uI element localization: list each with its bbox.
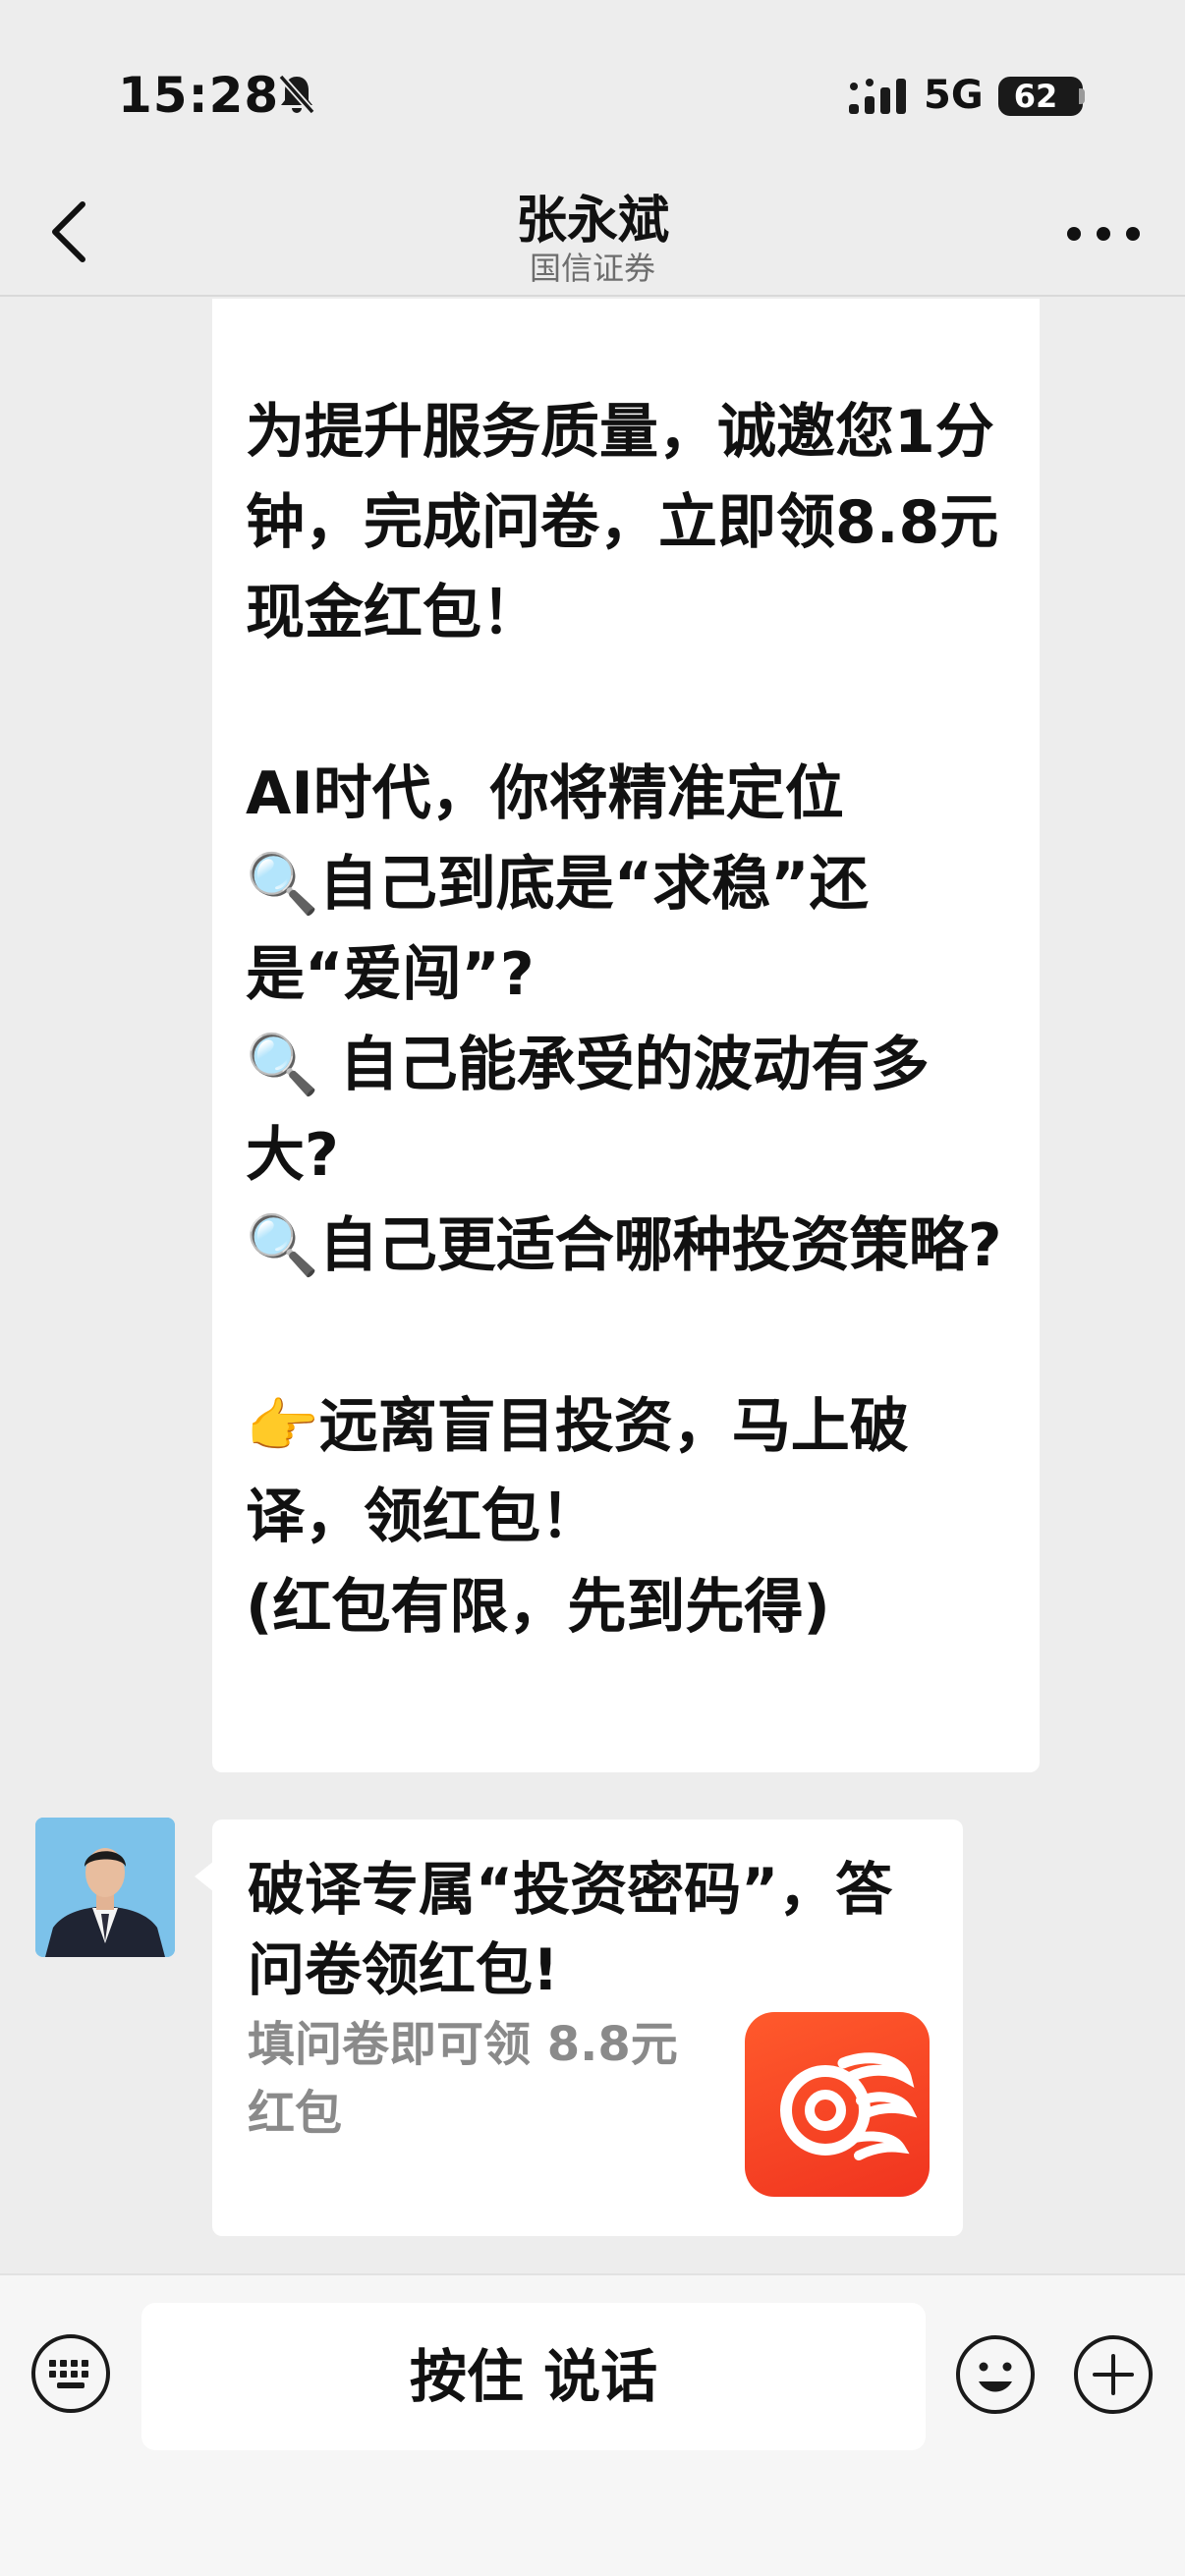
signal-bars-icon [849,79,906,114]
nav-bar: 张永斌 国信证券 [0,167,1185,297]
plus-icon[interactable] [1071,2332,1156,2417]
message-line: 为提升服务质量，诚邀您1分钟，完成问卷，立即领8.8元现金红包！ [246,398,999,647]
status-bar: 15:28 5G 62 [0,0,1185,167]
message-list[interactable]: 为提升服务质量，诚邀您1分钟，完成问卷，立即领8.8元现金红包！ AI时代，你将… [0,299,1185,2273]
message-bubble[interactable]: 为提升服务质量，诚邀您1分钟，完成问卷，立即领8.8元现金红包！ AI时代，你将… [212,299,1040,1772]
sender-avatar[interactable] [35,1818,175,1957]
battery-percent: 62 [1013,78,1058,115]
guosen-app-logo-icon [745,2012,930,2197]
battery-tip [1079,88,1085,104]
link-card[interactable]: 破译专属“投资密码”，答问卷领红包! 填问卷即可领 8.8元红包 [212,1820,963,2236]
network-type: 5G [924,73,984,118]
message-line: 🔍自己更适合哪种投资策略? [246,1211,1002,1280]
card-description: 填问卷即可领 8.8元红包 [248,2017,678,2141]
card-title: 破译专属“投资密码”，答问卷领红包! [248,1856,893,2003]
emoji-icon[interactable] [953,2332,1038,2417]
message-line: (红包有限，先到先得) [246,1573,830,1642]
bell-slash-icon [278,74,315,115]
hold-to-talk-button[interactable]: 按住 说话 [141,2303,926,2450]
keyboard-icon[interactable] [29,2332,112,2415]
message-line: 🔍 自己能承受的波动有多大? [246,1031,930,1190]
battery-icon: 62 [998,77,1083,116]
user-avatar-photo [35,1818,175,1957]
chat-screen: 15:28 5G 62 张永斌 国信证券 为提升服务质量，诚邀您1分钟，完成问卷… [0,0,1185,2576]
contact-name: 张永斌 [515,192,669,251]
bubble-tail [195,1861,214,1892]
message-text: 为提升服务质量，诚邀您1分钟，完成问卷，立即领8.8元现金红包！ AI时代，你将… [246,387,1022,1652]
message-line: 👉远离盲目投资，马上破译，领红包！ [246,1392,909,1551]
message-line: 🔍自己到底是“求稳”还是“爱闯”? [246,850,869,1009]
more-dots-icon[interactable] [1059,204,1148,263]
input-bar: 按住 说话 [0,2273,1185,2576]
status-time: 15:28 [118,67,280,124]
message-line: AI时代，你将精准定位 [246,759,844,828]
contact-company: 国信证券 [529,250,655,287]
